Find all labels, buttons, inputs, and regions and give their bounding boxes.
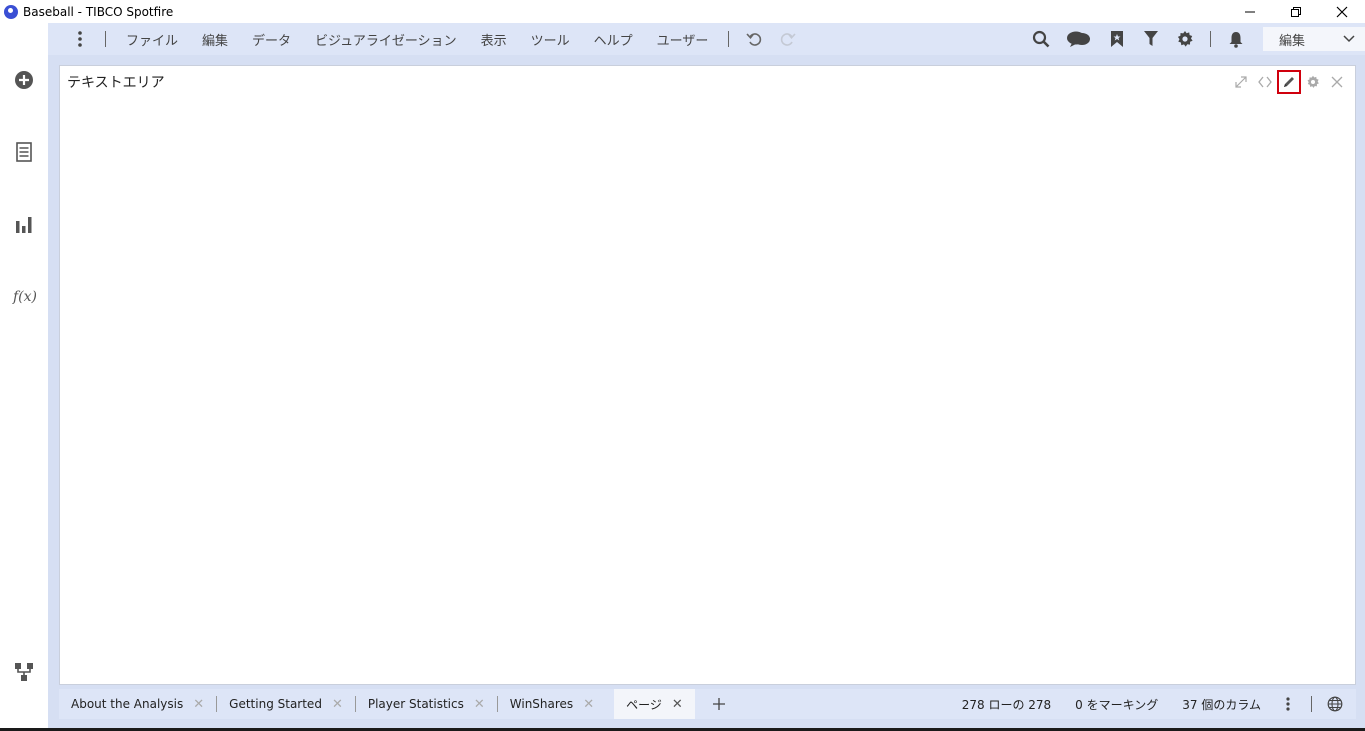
left-rail: f(x)	[0, 23, 48, 731]
more-vertical-icon[interactable]	[1277, 693, 1299, 715]
close-tab-icon[interactable]: ✕	[474, 697, 485, 712]
restore-button[interactable]	[1273, 0, 1319, 23]
bar-chart-icon[interactable]	[12, 212, 36, 236]
tab-page[interactable]: ページ ✕	[614, 689, 695, 719]
plus-icon	[712, 698, 725, 710]
close-tab-icon[interactable]: ✕	[672, 697, 683, 712]
visualization-title: テキストエリア	[67, 75, 165, 91]
visualization-settings-icon[interactable]	[1301, 70, 1325, 94]
toolbar-separator	[728, 31, 730, 47]
filter-icon[interactable]	[1140, 28, 1162, 50]
code-view-icon[interactable]	[1253, 70, 1277, 94]
redo-icon[interactable]	[777, 28, 799, 50]
notification-bell-icon[interactable]	[1225, 28, 1247, 50]
tab-about-the-analysis[interactable]: About the Analysis ✕	[59, 689, 216, 719]
toolbar-separator	[105, 31, 106, 47]
column-count-status[interactable]: 37 個のカラム	[1182, 696, 1261, 713]
toolbar-separator	[1210, 31, 1211, 47]
tab-label: About the Analysis	[71, 697, 184, 711]
edit-pencil-icon[interactable]	[1277, 70, 1301, 94]
more-vertical-icon[interactable]	[69, 28, 91, 50]
spotfire-logo-icon	[4, 4, 18, 19]
page-tabs-bar: About the Analysis ✕ Getting Started ✕ P…	[59, 689, 1356, 719]
close-tab-icon[interactable]: ✕	[193, 697, 204, 712]
mode-select-value: 編集	[1279, 33, 1306, 49]
menu-toolbar: ファイル 編集 データ ビジュアライゼーション 表示 ツール ヘルプ ユーザー	[48, 23, 1365, 55]
menu-visualization[interactable]: ビジュアライゼーション	[315, 30, 457, 49]
restore-icon	[1291, 6, 1301, 17]
minimize-button[interactable]	[1227, 0, 1273, 23]
window-controls	[1227, 0, 1365, 23]
chevron-down-icon	[1343, 35, 1355, 43]
add-page-button[interactable]	[705, 690, 733, 718]
text-area-visualization[interactable]: テキストエリア	[59, 65, 1356, 685]
menu-data[interactable]: データ	[252, 30, 291, 49]
tab-label: Player Statistics	[367, 697, 464, 711]
status-separator	[1311, 696, 1312, 712]
tab-label: ページ	[626, 697, 662, 712]
search-icon[interactable]	[1030, 28, 1052, 50]
data-canvas-icon[interactable]	[12, 660, 36, 684]
visualization-tools	[1229, 70, 1349, 94]
bookmark-icon[interactable]	[1106, 28, 1128, 50]
close-icon	[1336, 6, 1348, 17]
tab-winshares[interactable]: WinShares ✕	[498, 689, 606, 719]
close-window-button[interactable]	[1319, 0, 1365, 23]
menu-view[interactable]: 表示	[481, 30, 507, 49]
svg-text:f(x): f(x)	[12, 289, 36, 305]
settings-gear-icon[interactable]	[1174, 28, 1196, 50]
tab-label: WinShares	[509, 697, 574, 711]
minimize-icon	[1245, 11, 1255, 12]
tab-label: Getting Started	[229, 697, 322, 711]
marked-rows-status[interactable]: 0 をマーキング	[1075, 696, 1158, 713]
data-table-icon[interactable]	[12, 140, 36, 164]
close-tab-icon[interactable]: ✕	[583, 697, 594, 712]
undo-icon[interactable]	[743, 28, 765, 50]
status-bar: 278 ローの 278 0 をマーキング 37 個のカラム	[950, 689, 1356, 719]
function-icon[interactable]: f(x)	[12, 284, 36, 308]
menu-edit[interactable]: 編集	[202, 30, 228, 49]
title-bar: Baseball - TIBCO Spotfire	[0, 0, 1365, 23]
window-title: Baseball - TIBCO Spotfire	[23, 4, 174, 19]
tab-getting-started[interactable]: Getting Started ✕	[217, 689, 355, 719]
mode-select[interactable]: 編集	[1263, 27, 1365, 51]
menu-tools[interactable]: ツール	[531, 30, 570, 49]
menu-file[interactable]: ファイル	[126, 30, 178, 49]
globe-icon[interactable]	[1324, 693, 1346, 715]
add-icon[interactable]	[12, 68, 36, 92]
tab-player-statistics[interactable]: Player Statistics ✕	[356, 689, 497, 719]
menu-user[interactable]: ユーザー	[657, 30, 709, 49]
collaboration-icon[interactable]	[1064, 28, 1094, 50]
row-count-status[interactable]: 278 ローの 278	[962, 696, 1051, 713]
close-visualization-icon[interactable]	[1325, 70, 1349, 94]
menu-help[interactable]: ヘルプ	[594, 30, 633, 49]
close-tab-icon[interactable]: ✕	[332, 697, 343, 712]
maximize-icon[interactable]	[1229, 70, 1253, 94]
main-frame: ファイル 編集 データ ビジュアライゼーション 表示 ツール ヘルプ ユーザー	[48, 23, 1365, 728]
